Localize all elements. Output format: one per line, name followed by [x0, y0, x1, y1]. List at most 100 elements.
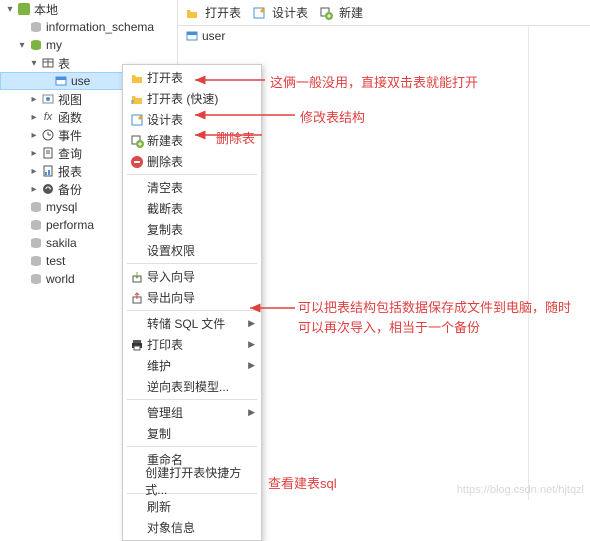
grid-divider [528, 26, 529, 500]
blank-icon [127, 379, 147, 395]
menu-label: 设置权限 [147, 242, 195, 259]
tree-label: 报表 [58, 163, 82, 180]
twisty-icon: ▾ [16, 40, 28, 51]
blank-icon [127, 520, 147, 536]
menu-label: 创建打开表快捷方式... [145, 464, 253, 498]
open-fast-icon [127, 91, 147, 107]
menu-item[interactable]: 逆向表到模型... [123, 376, 261, 397]
print-icon [127, 337, 147, 353]
menu-label: 复制表 [147, 221, 183, 238]
menu-label: 打开表 [147, 69, 183, 86]
blank-icon [127, 222, 147, 238]
new-icon [318, 5, 334, 21]
tree-label: use [71, 74, 90, 88]
tree-label: mysql [46, 200, 77, 214]
blank-icon [127, 358, 147, 374]
menu-item[interactable]: 对象信息 [123, 517, 261, 538]
menu-label: 逆向表到模型... [147, 378, 229, 395]
blank-icon [127, 499, 147, 515]
menu-item[interactable]: 管理组▶ [123, 402, 261, 423]
tree-db-my[interactable]: ▾ my [0, 36, 177, 54]
blank-icon [127, 316, 147, 332]
blank-icon [127, 405, 147, 421]
submenu-arrow-icon: ▶ [248, 360, 255, 371]
blank-icon [127, 243, 147, 259]
menu-label: 打印表 [147, 336, 183, 353]
table-icon [184, 28, 200, 44]
tree-label: 备份 [58, 181, 82, 198]
tree-label: 函数 [58, 109, 82, 126]
menu-item[interactable]: 复制表 [123, 219, 261, 240]
database-icon [28, 235, 44, 251]
annotation-3: 删除表 [216, 128, 255, 147]
tree-label: 事件 [58, 127, 82, 144]
menu-label: 维护 [147, 357, 171, 374]
menu-separator [127, 174, 257, 175]
tree-label: test [46, 254, 65, 268]
new-table-button[interactable]: 新建 [318, 4, 363, 21]
tree-label: sakila [46, 236, 77, 250]
database-icon [28, 19, 44, 35]
report-icon [40, 163, 56, 179]
menu-item[interactable]: 删除表 [123, 151, 261, 172]
menu-item[interactable]: 设置权限 [123, 240, 261, 261]
design-icon [127, 112, 147, 128]
twisty-icon: ▾ [28, 58, 40, 69]
menu-label: 管理组 [147, 404, 183, 421]
connection-icon [16, 1, 32, 17]
submenu-arrow-icon: ▶ [248, 339, 255, 350]
tree-label: performa [46, 218, 94, 232]
menu-label: 清空表 [147, 179, 183, 196]
annotation-2: 修改表结构 [300, 107, 365, 126]
twisty-icon: ▾ [4, 4, 16, 15]
menu-label: 新建表 [147, 132, 183, 149]
menu-label: 设计表 [147, 111, 183, 128]
menu-item[interactable]: 导出向导 [123, 287, 261, 308]
open-table-button[interactable]: 打开表 [184, 4, 241, 21]
menu-item[interactable]: 复制 [123, 423, 261, 444]
blank-icon [127, 180, 147, 196]
tree-label: information_schema [46, 20, 154, 34]
menu-item[interactable]: 打开表 [123, 67, 261, 88]
toolbar: 打开表 设计表 新建 [178, 0, 590, 26]
menu-label: 复制 [147, 425, 171, 442]
annotation-5: 查看建表sql [268, 473, 337, 492]
menu-item[interactable]: 创建打开表快捷方式... [123, 470, 261, 491]
content-label: user [202, 29, 225, 43]
toolbar-label: 新建 [339, 4, 363, 21]
menu-item[interactable]: 导入向导 [123, 266, 261, 287]
menu-item[interactable]: 设计表 [123, 109, 261, 130]
database-icon [28, 199, 44, 215]
menu-item[interactable]: 维护 ▶ [123, 355, 261, 376]
blank-icon [127, 452, 147, 468]
tree-label: 表 [58, 55, 70, 72]
menu-item[interactable]: 转储 SQL 文件▶ [123, 313, 261, 334]
tree-root[interactable]: ▾ 本地 [0, 0, 177, 18]
design-table-button[interactable]: 设计表 [251, 4, 308, 21]
export-icon [127, 290, 147, 306]
menu-label: 删除表 [147, 153, 183, 170]
menu-label: 导入向导 [147, 268, 195, 285]
submenu-arrow-icon: ▶ [248, 318, 255, 329]
tree-db[interactable]: information_schema [0, 18, 177, 36]
view-icon [40, 91, 56, 107]
tree-label: world [46, 272, 75, 286]
delete-icon [127, 154, 147, 170]
menu-label: 刷新 [147, 498, 171, 515]
menu-item[interactable]: 刷新 [123, 496, 261, 517]
menu-separator [127, 399, 257, 400]
annotation-1: 这俩一般没用，直接双击表就能打开 [270, 72, 478, 91]
database-icon [28, 253, 44, 269]
menu-item[interactable]: 打开表 (快速) [123, 88, 261, 109]
toolbar-label: 打开表 [205, 4, 241, 21]
fx-icon: fx [40, 109, 56, 125]
tree-label: my [46, 38, 62, 52]
menu-label: 对象信息 [147, 519, 195, 536]
menu-item[interactable]: 打印表 ▶ [123, 334, 261, 355]
menu-separator [127, 310, 257, 311]
menu-separator [127, 263, 257, 264]
menu-item[interactable]: 截断表 [123, 198, 261, 219]
design-icon [251, 5, 267, 21]
blank-icon [127, 201, 147, 217]
menu-item[interactable]: 清空表 [123, 177, 261, 198]
